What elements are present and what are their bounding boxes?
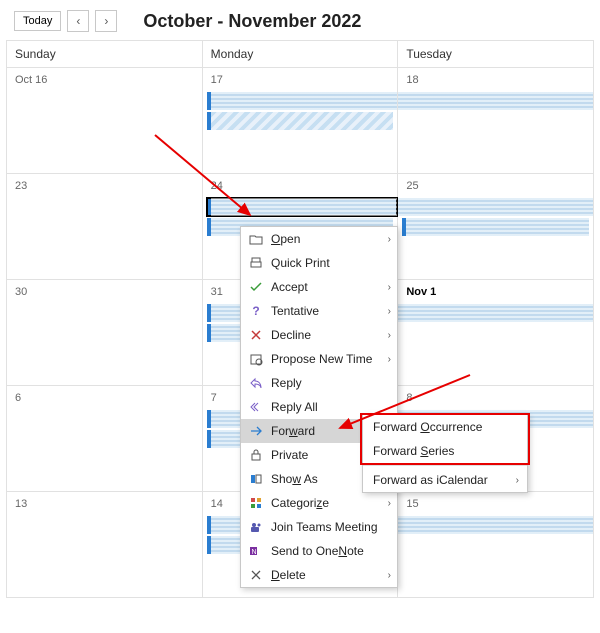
chevron-right-icon: › — [388, 306, 391, 317]
chevron-right-icon: › — [388, 234, 391, 245]
day-cell[interactable]: 15 — [398, 492, 594, 598]
menu-decline[interactable]: Decline › — [241, 323, 397, 347]
date-range-title: October - November 2022 — [143, 11, 361, 32]
calendar-clock-icon — [247, 352, 265, 366]
categorize-icon — [247, 496, 265, 510]
calendar-event[interactable] — [402, 218, 589, 236]
week-row: Oct 16 17 18 — [7, 68, 594, 174]
day-cell[interactable]: 13 — [7, 492, 203, 598]
submenu-label: Forward as iCalendar — [373, 473, 488, 487]
calendar-event[interactable] — [398, 198, 593, 216]
weekday-header: Monday — [203, 41, 399, 68]
submenu-forward-occurrence[interactable]: Forward Occurrence — [363, 415, 527, 439]
day-cell[interactable]: Nov 1 — [398, 280, 594, 386]
day-label: 6 — [11, 390, 198, 410]
reply-all-icon — [247, 400, 265, 414]
menu-reply[interactable]: Reply — [241, 371, 397, 395]
day-cell[interactable]: 18 — [398, 68, 594, 174]
today-button[interactable]: Today — [14, 11, 61, 31]
menu-categorize[interactable]: Categorize › — [241, 491, 397, 515]
menu-label: Tentative — [271, 304, 384, 318]
chevron-right-icon: › — [516, 475, 519, 486]
onenote-icon: N — [247, 544, 265, 558]
submenu-forward-series[interactable]: Forward Series — [363, 439, 527, 463]
menu-label: Join Teams Meeting — [271, 520, 391, 534]
calendar-event[interactable] — [398, 92, 593, 110]
chevron-right-icon: › — [388, 498, 391, 509]
menu-label: Decline — [271, 328, 384, 342]
day-label: 8 — [402, 390, 589, 410]
menu-send-to-onenote[interactable]: N Send to OneNote — [241, 539, 397, 563]
menu-quick-print[interactable]: Quick Print — [241, 251, 397, 275]
menu-label: Quick Print — [271, 256, 391, 270]
day-label: 25 — [402, 178, 589, 198]
calendar-event[interactable] — [207, 92, 398, 110]
calendar-event[interactable] — [207, 112, 394, 130]
question-icon: ? — [247, 304, 265, 318]
menu-label: Categorize — [271, 496, 384, 510]
chevron-right-icon: › — [388, 282, 391, 293]
day-label: Nov 1 — [402, 284, 589, 304]
submenu-label: Forward Occurrence — [373, 420, 482, 434]
day-label: 18 — [402, 72, 589, 92]
day-label: 13 — [11, 496, 198, 516]
weekday-header: Tuesday — [398, 41, 594, 68]
folder-open-icon — [247, 232, 265, 246]
calendar-topbar: Today ‹ › October - November 2022 — [0, 0, 600, 40]
day-label: 23 — [11, 178, 198, 198]
menu-label: Propose New Time — [271, 352, 384, 366]
menu-propose-new-time[interactable]: Propose New Time › — [241, 347, 397, 371]
teams-icon — [247, 520, 265, 534]
day-label: 24 — [207, 178, 394, 198]
forward-submenu: Forward Occurrence Forward Series Forwar… — [362, 414, 528, 493]
submenu-separator — [363, 465, 527, 466]
submenu-label: Forward Series — [373, 444, 454, 458]
menu-label: Send to OneNote — [271, 544, 391, 558]
menu-tentative[interactable]: ? Tentative › — [241, 299, 397, 323]
show-as-icon — [247, 472, 265, 486]
menu-accept[interactable]: Accept › — [241, 275, 397, 299]
next-button[interactable]: › — [95, 10, 117, 32]
menu-label: Reply All — [271, 400, 391, 414]
svg-text:N: N — [252, 549, 257, 556]
menu-label: Open — [271, 232, 384, 246]
menu-delete[interactable]: Delete › — [241, 563, 397, 587]
day-cell[interactable]: 25 — [398, 174, 594, 280]
weekday-header-row: Sunday Monday Tuesday — [7, 41, 594, 68]
day-cell[interactable]: 30 — [7, 280, 203, 386]
day-cell[interactable]: 6 — [7, 386, 203, 492]
weekday-header: Sunday — [7, 41, 203, 68]
lock-icon — [247, 448, 265, 462]
day-label: 30 — [11, 284, 198, 304]
submenu-forward-icalendar[interactable]: Forward as iCalendar › — [363, 468, 527, 492]
prev-button[interactable]: ‹ — [67, 10, 89, 32]
day-label: 15 — [402, 496, 589, 516]
day-cell[interactable]: Oct 16 — [7, 68, 203, 174]
menu-join-teams[interactable]: Join Teams Meeting — [241, 515, 397, 539]
printer-icon — [247, 256, 265, 270]
calendar-event-selected[interactable] — [207, 198, 398, 216]
menu-label: Delete — [271, 568, 384, 582]
menu-label: Accept — [271, 280, 384, 294]
menu-label: Reply — [271, 376, 391, 390]
chevron-right-icon: › — [388, 330, 391, 341]
event-context-menu: Open › Quick Print Accept › ? Tentative … — [240, 226, 398, 588]
forward-arrow-icon — [247, 424, 265, 438]
check-icon — [247, 280, 265, 294]
day-cell[interactable]: 23 — [7, 174, 203, 280]
day-label: 17 — [207, 72, 394, 92]
reply-icon — [247, 376, 265, 390]
day-cell[interactable]: 17 — [203, 68, 399, 174]
menu-open[interactable]: Open › — [241, 227, 397, 251]
calendar-event[interactable] — [398, 304, 593, 322]
day-label: Oct 16 — [11, 72, 198, 92]
chevron-right-icon: › — [388, 354, 391, 365]
calendar-event[interactable] — [398, 516, 593, 534]
chevron-right-icon: › — [388, 570, 391, 581]
delete-x-icon — [247, 568, 265, 582]
x-icon — [247, 328, 265, 342]
